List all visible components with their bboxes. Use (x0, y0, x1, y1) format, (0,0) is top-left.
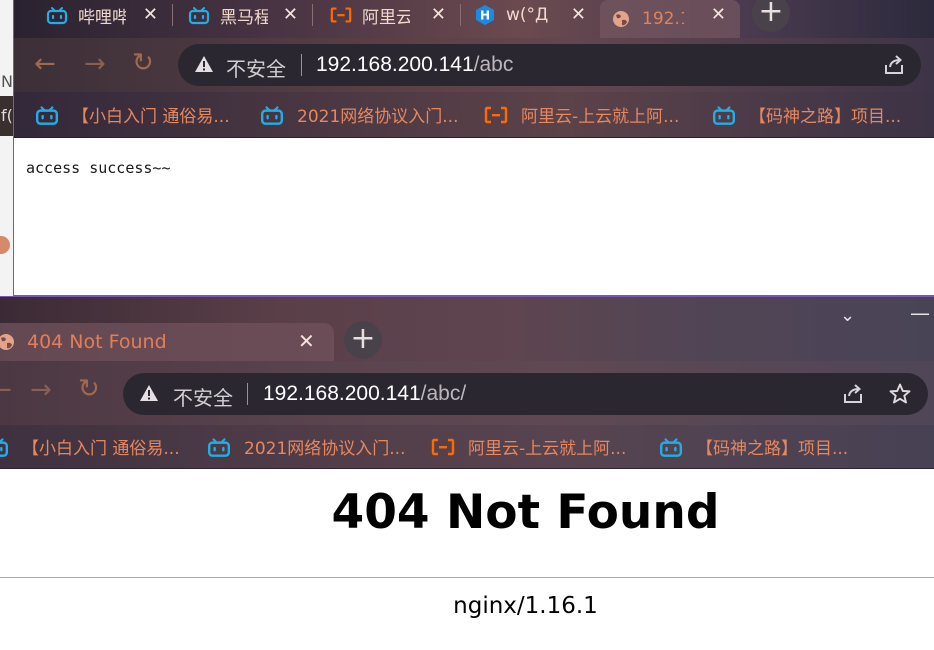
close-icon[interactable]: ✕ (143, 4, 158, 25)
bookmark-label: 阿里云-上云就上阿... (468, 439, 627, 459)
address-bar[interactable]: 不安全 192.168.200.141/abc (178, 44, 921, 86)
tab-title: 哔哩哔 (78, 7, 126, 28)
insecure-label: 不安全 (226, 57, 286, 81)
globe-icon (0, 236, 10, 254)
background-text-fragment: f( (1, 106, 13, 125)
aliyun-icon (330, 5, 352, 25)
bookmark-item[interactable]: 【小白入门 通俗易... (34, 102, 230, 127)
bookmark-label: 2021网络协议入门... (297, 107, 459, 127)
warning-triangle-icon (139, 383, 159, 403)
tab-bilibili[interactable]: 哔哩哔 ✕ (36, 0, 172, 30)
close-icon[interactable]: ✕ (431, 4, 446, 25)
h-hexagon-icon: H (474, 5, 496, 25)
desktop: N f( 哔哩哔 ✕ 黑马程 ✕ 阿里云 ✕ H w(°Д ✕ 192. ✕ +… (0, 0, 934, 650)
aliyun-icon (430, 436, 456, 458)
tab-separator (460, 4, 461, 26)
bilibili-icon (711, 104, 737, 126)
bilibili-icon (658, 436, 684, 458)
page-content: access success~~ (14, 139, 934, 295)
tab-aliyun[interactable]: 阿里云 ✕ (320, 0, 460, 30)
url-path: /abc (473, 53, 514, 76)
url-host: 192.168.200.141 (316, 53, 474, 76)
bookmark-label: 【小白入门 通俗易... (72, 107, 230, 127)
globe-icon (610, 9, 632, 29)
tab-404-active[interactable]: 404 Not Found ✕ (0, 323, 334, 361)
close-icon[interactable]: ✕ (298, 329, 315, 353)
warning-triangle-icon (194, 54, 214, 74)
bookmarks-bar: 【小白入门 通俗易... 2021网络协议入门... 阿里云-上云就上阿... … (0, 425, 934, 469)
bilibili-icon (46, 5, 68, 25)
bookmark-item[interactable]: 阿里云-上云就上阿... (483, 102, 679, 127)
page-content: 404 Not Found nginx/1.16.1 (0, 469, 934, 650)
bookmark-item[interactable]: 【小白入门 通俗易... (0, 434, 180, 459)
tab-heima[interactable]: 黑马程 ✕ (178, 0, 312, 30)
bookmark-label: 【小白入门 通俗易... (22, 439, 180, 459)
close-icon[interactable]: ✕ (571, 4, 586, 25)
bookmark-item[interactable]: 2021网络协议入门... (206, 434, 405, 459)
response-text: access success~~ (26, 159, 171, 177)
bookmark-label: 2021网络协议入门... (244, 439, 406, 459)
back-arrow-icon[interactable]: ← (34, 49, 56, 79)
address-divider (247, 383, 248, 405)
share-icon[interactable] (882, 53, 906, 77)
reload-icon[interactable]: ↻ (132, 48, 154, 78)
chevron-down-icon[interactable]: ⌄ (840, 305, 855, 326)
bookmark-label: 【码神之路】项目... (749, 107, 902, 127)
back-arrow-icon[interactable]: ← (0, 375, 12, 405)
bookmark-item[interactable]: 2021网络协议入门... (259, 102, 458, 127)
address-divider (301, 54, 302, 76)
tab-separator (172, 4, 173, 26)
svg-text:H: H (480, 9, 490, 23)
tab-strip: 404 Not Found ✕ + ⌄ — (0, 297, 934, 361)
forward-arrow-icon[interactable]: → (84, 49, 106, 79)
background-window: N f( (0, 0, 14, 300)
url-text: 192.168.200.141/abc (316, 53, 513, 77)
globe-icon (0, 332, 16, 352)
new-tab-button[interactable]: + (752, 0, 790, 32)
tab-title: w(°Д (506, 5, 549, 25)
bookmarks-bar: 【小白入门 通俗易... 2021网络协议入门... 阿里云-上云就上阿... … (14, 92, 934, 138)
bookmark-label: 阿里云-上云就上阿... (521, 107, 680, 127)
background-toolbar-strip: f( (0, 96, 14, 136)
background-text-fragment: N (1, 72, 13, 91)
tab-title: 阿里云 (362, 7, 410, 28)
bilibili-icon (0, 436, 10, 458)
bookmark-star-icon[interactable] (888, 382, 912, 406)
insecure-label: 不安全 (173, 386, 233, 410)
bilibili-icon (34, 104, 60, 126)
navigation-toolbar: ← → ↻ 不安全 192.168.200.141/abc/ (0, 361, 934, 425)
tab-hexagon[interactable]: H w(°Д ✕ (464, 0, 600, 30)
navigation-toolbar: ← → ↻ 不安全 192.168.200.141/abc (14, 38, 934, 92)
tab-192-active[interactable]: 192.1 ✕ (600, 0, 740, 38)
browser-window-1: 哔哩哔 ✕ 黑马程 ✕ 阿里云 ✕ H w(°Д ✕ 192. ✕ + ← → … (13, 0, 934, 296)
url-host: 192.168.200.141 (263, 382, 421, 405)
bookmark-label: 【码神之路】项目... (696, 439, 849, 459)
tab-title: 黑马程 (220, 7, 268, 28)
bookmark-item[interactable]: 阿里云-上云就上阿... (430, 434, 626, 459)
aliyun-icon (483, 104, 509, 126)
bookmark-item[interactable]: 【码神之路】项目... (711, 102, 901, 127)
page-heading: 404 Not Found (331, 485, 720, 540)
bilibili-icon (206, 436, 232, 458)
browser-window-2: 404 Not Found ✕ + ⌄ — ← → ↻ 不安全 192.168.… (0, 296, 934, 650)
minimize-icon[interactable]: — (910, 301, 930, 325)
bookmark-item[interactable]: 【码神之路】项目... (658, 434, 848, 459)
tab-title: 192.1 (642, 9, 684, 29)
new-tab-button[interactable]: + (344, 321, 382, 359)
forward-arrow-icon[interactable]: → (30, 375, 52, 405)
server-signature: nginx/1.16.1 (453, 593, 598, 619)
share-icon[interactable] (841, 382, 865, 406)
reload-icon[interactable]: ↻ (78, 374, 100, 404)
address-bar[interactable]: 不安全 192.168.200.141/abc/ (123, 373, 928, 415)
bilibili-icon (259, 104, 285, 126)
tab-strip: 哔哩哔 ✕ 黑马程 ✕ 阿里云 ✕ H w(°Д ✕ 192. ✕ + (14, 0, 934, 38)
url-path: /abc/ (420, 382, 467, 405)
close-icon[interactable]: ✕ (283, 4, 298, 25)
close-icon[interactable]: ✕ (711, 4, 726, 25)
tab-separator (312, 4, 313, 26)
url-text: 192.168.200.141/abc/ (263, 382, 466, 406)
divider (0, 577, 934, 578)
tab-title: 404 Not Found (27, 331, 167, 353)
bilibili-icon (188, 5, 210, 25)
